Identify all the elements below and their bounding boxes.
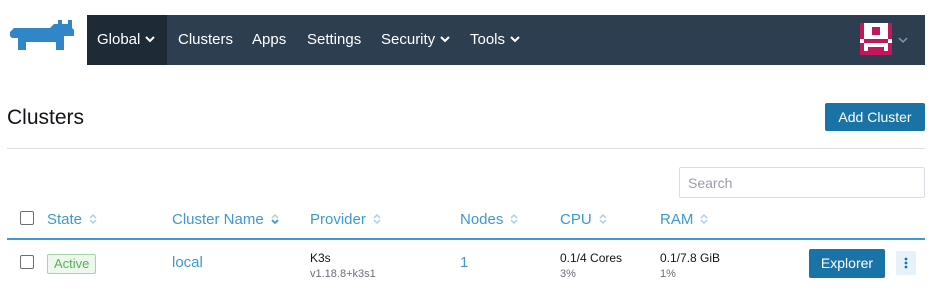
nodes-count-link[interactable]: 1 [460,254,468,271]
column-header-ram[interactable]: RAM [660,211,709,228]
nav-security[interactable]: Security [381,15,451,65]
column-header-label: State [47,211,83,228]
select-all-checkbox[interactable] [20,211,34,225]
nav-apps-label: Apps [252,31,287,48]
nav-apps[interactable]: Apps [252,15,286,65]
divider [7,148,925,149]
nav-settings[interactable]: Settings [307,15,361,65]
sort-icon [89,213,97,225]
search-input[interactable] [679,167,925,198]
nav-security-label: Security [381,31,436,48]
nav-tools[interactable]: Tools [470,15,521,65]
row-checkbox[interactable] [20,255,34,269]
column-header-label: RAM [660,211,694,228]
sort-icon [700,213,708,225]
status-badge: Active [47,254,97,274]
table-header-rule [7,238,925,240]
column-header-label: Provider [310,211,366,228]
nav-global-label: Global [97,31,141,48]
explorer-button[interactable]: Explorer [809,249,885,278]
column-header-nodes[interactable]: Nodes [460,211,519,228]
column-header-label: CPU [560,211,592,228]
nav-clusters[interactable]: Clusters [178,15,233,65]
column-header-label: Cluster Name [172,211,264,228]
user-avatar-icon[interactable] [860,23,892,55]
chevron-down-icon [510,36,520,43]
provider-name: K3s [310,251,331,265]
page-title: Clusters [7,106,85,129]
ram-percent: 1% [660,268,676,280]
sort-icon [510,213,518,225]
chevron-down-icon[interactable] [897,34,909,46]
sort-icon [599,213,607,225]
top-navbar: Global Clusters Apps Settings Security T… [87,15,925,65]
column-header-cpu[interactable]: CPU [560,211,608,228]
sort-icon [373,213,381,225]
cpu-usage: 0.1/4 Cores [560,251,623,265]
provider-version: v1.18.8+k3s1 [310,268,376,280]
row-actions-button[interactable] [896,251,916,275]
cluster-name-link[interactable]: local [172,254,203,271]
column-header-state[interactable]: State [47,211,98,228]
kebab-menu-icon [904,257,908,269]
rancher-logo-icon[interactable] [6,16,76,60]
ram-usage: 0.1/7.8 GiB [660,251,721,265]
add-cluster-button[interactable]: Add Cluster [825,103,925,131]
column-header-label: Nodes [460,211,504,228]
column-header-provider[interactable]: Provider [310,211,382,228]
nav-settings-label: Settings [307,31,362,48]
chevron-down-icon [440,36,450,43]
column-header-cluster-name[interactable]: Cluster Name [172,211,280,228]
sort-icon [271,213,279,225]
cpu-percent: 3% [560,268,576,280]
nav-clusters-label: Clusters [178,31,234,48]
nav-tools-label: Tools [470,31,506,48]
nav-global[interactable]: Global [87,15,167,65]
chevron-down-icon [145,36,156,43]
